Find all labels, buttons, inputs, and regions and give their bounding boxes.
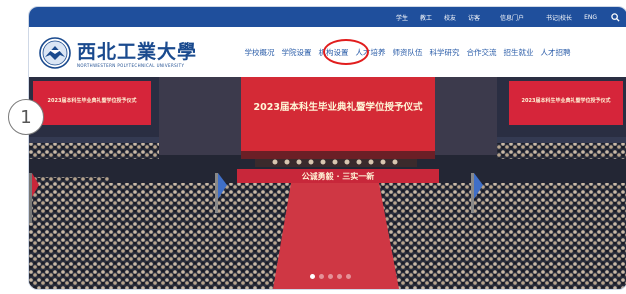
browser-frame: 学生 教工 校友 访客 信息门户 书记|校长 ENG 西北工業大學 NORTHW…	[28, 6, 626, 290]
step-number-badge: 1	[8, 99, 44, 135]
nav-cooperation[interactable]: 合作交流	[463, 47, 500, 58]
main-navigation: 学校概况 学院设置 机构设置 人才培养 师资队伍 科学研究 合作交流 招生就业 …	[241, 47, 574, 58]
carousel-indicators	[310, 274, 351, 279]
link-students[interactable]: 学生	[396, 13, 408, 22]
utility-bar: 学生 教工 校友 访客 信息门户 书记|校长 ENG	[29, 7, 626, 27]
carousel-dot-3[interactable]	[328, 274, 333, 279]
link-portal[interactable]: 信息门户	[500, 13, 524, 22]
search-icon[interactable]	[609, 11, 621, 23]
link-alumni[interactable]: 校友	[444, 13, 456, 22]
nav-research[interactable]: 科学研究	[426, 47, 463, 58]
link-staff[interactable]: 教工	[420, 13, 432, 22]
carousel-dot-1[interactable]	[310, 274, 315, 279]
university-name-cn[interactable]: 西北工業大學	[77, 37, 197, 64]
nav-recruitment[interactable]: 人才招聘	[537, 47, 574, 58]
university-emblem-icon[interactable]	[39, 37, 71, 69]
hero-carousel[interactable]: 2023届本科生毕业典礼暨学位授予仪式 2023届本科生毕业典礼暨学位授予仪式 …	[29, 77, 626, 289]
link-leader-mailbox[interactable]: 书记|校长	[546, 13, 572, 22]
nav-school-overview[interactable]: 学校概况	[241, 47, 278, 58]
highlight-circle	[323, 39, 369, 65]
link-visitors[interactable]: 访客	[468, 13, 480, 22]
university-name-en: NORTHWESTERN POLYTECHNICAL UNIVERSITY	[77, 63, 185, 68]
link-english[interactable]: ENG	[584, 14, 597, 21]
nav-faculty[interactable]: 师资队伍	[389, 47, 426, 58]
motto-text: 公诚勇毅 · 三实一新	[301, 172, 375, 181]
left-banner-text: 2023届本科生毕业典礼暨学位授予仪式	[47, 98, 137, 104]
carousel-dot-4[interactable]	[337, 274, 342, 279]
right-banner-text: 2023届本科生毕业典礼暨学位授予仪式	[521, 98, 611, 104]
site-header: 西北工業大學 NORTHWESTERN POLYTECHNICAL UNIVER…	[29, 27, 626, 77]
nav-admissions[interactable]: 招生就业	[500, 47, 537, 58]
carousel-dot-2[interactable]	[319, 274, 324, 279]
main-banner-text: 2023届本科生毕业典礼暨学位授予仪式	[253, 102, 423, 113]
nav-colleges[interactable]: 学院设置	[278, 47, 315, 58]
carousel-dot-5[interactable]	[346, 274, 351, 279]
